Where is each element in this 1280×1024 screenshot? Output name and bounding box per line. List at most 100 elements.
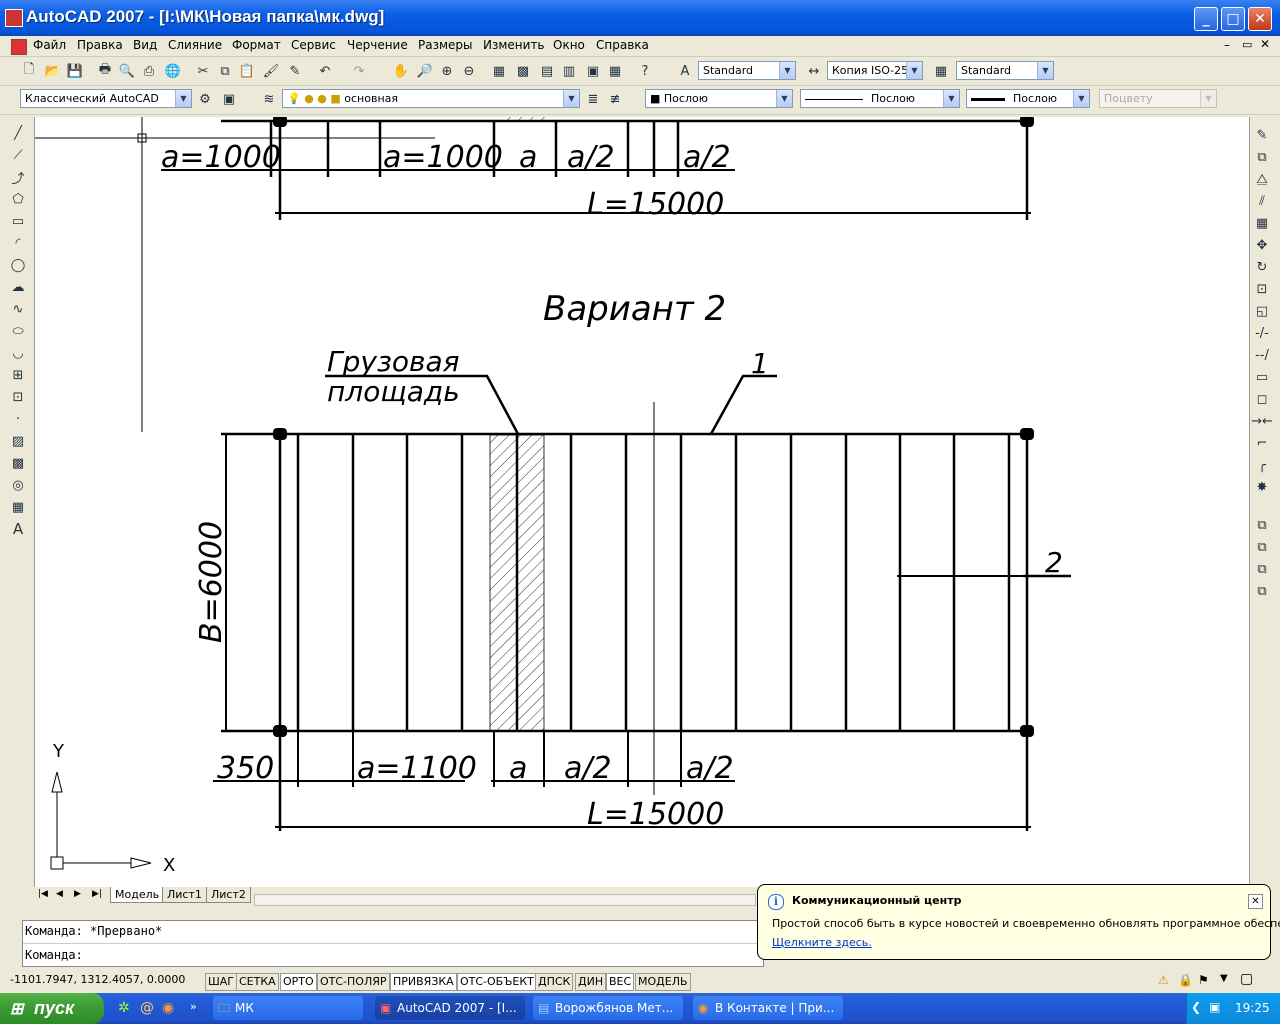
drawing-area[interactable]: a=1000 a=1000 a a/2 a/2 L=15000 Вариант … [34,117,1250,887]
scale-icon[interactable]: ⊡ [1253,280,1271,298]
menu-file[interactable]: Файл [33,38,66,52]
stretch-icon[interactable]: ◱ [1253,302,1271,320]
first-tab-icon[interactable]: |◀ [38,889,48,899]
arc-icon[interactable]: ◜ [9,234,27,252]
plot-preview-icon[interactable]: 🔍 [118,62,136,80]
new-icon[interactable]: 🗋 [20,62,38,80]
menu-format[interactable]: Формат [232,38,281,52]
prev-tab-icon[interactable]: ◀ [56,889,63,899]
rotate-icon[interactable]: ↻ [1253,258,1271,276]
draworder-front-icon[interactable]: ⧉ [1253,516,1271,534]
trim-icon[interactable]: -/- [1253,324,1271,342]
menu-window[interactable]: Окно [553,38,585,52]
rectangle-icon[interactable]: ▭ [9,212,27,230]
move-icon[interactable]: ✥ [1253,236,1271,254]
ellipse-arc-icon[interactable]: ◡ [9,344,27,362]
markup-icon[interactable]: ▣ [584,62,602,80]
doc-restore-button[interactable]: ▭ [1242,38,1252,51]
cut-icon[interactable]: ✂ [194,62,212,80]
maximize-button[interactable]: □ [1221,7,1245,31]
lwt-toggle[interactable]: ВЕС [606,973,635,991]
circle-icon[interactable]: ◯ [9,256,27,274]
extend-icon[interactable]: --/ [1253,346,1271,364]
chamfer-icon[interactable]: ⌐ [1253,434,1271,452]
minimize-button[interactable]: _ [1194,7,1218,31]
quicklaunch-browser-icon[interactable]: ◉ [162,1000,174,1016]
osnap-toggle[interactable]: ПРИВЯЗКА [390,973,457,991]
command-window[interactable]: Команда: *Прервано* Команда: [22,920,764,967]
polyline-icon[interactable]: ⤴ [9,168,27,187]
tray-app-icon[interactable]: ▣ [1209,1000,1220,1014]
pan-icon[interactable]: ✋ [392,62,410,80]
menu-edit[interactable]: Правка [77,38,123,52]
explode-icon[interactable]: ✸ [1253,478,1271,496]
multiline-text-icon[interactable]: A [9,520,27,538]
balloon-link[interactable]: Щелкните здесь. [772,936,872,949]
zoom-previous-icon[interactable]: ⊖ [460,62,478,80]
workspace-select[interactable]: Классический AutoCAD ▼ [20,89,192,108]
otrack-toggle[interactable]: ОТС-ОБЪЕКТ [457,973,537,991]
workspace-save-icon[interactable]: ▣ [220,90,238,108]
task-autocad[interactable]: ▣ AutoCAD 2007 - [I... [375,996,525,1020]
paste-icon[interactable]: 📋 [238,62,256,80]
make-layer-current-icon[interactable]: ≣ [584,90,602,108]
zoom-window-icon[interactable]: ⊕ [438,62,456,80]
close-button[interactable]: ✕ [1248,7,1272,31]
sheet-set-icon[interactable]: ▥ [560,62,578,80]
quicklaunch-icon-1[interactable]: ✲ [118,1000,130,1016]
start-button[interactable]: ⊞ пуск [0,993,104,1024]
coordinates-readout[interactable]: -1101.7947, 1312.4057, 0.0000 [10,973,185,986]
etransmit-icon[interactable]: 🌐 [164,62,182,80]
undo-icon[interactable]: ↶ [316,62,334,80]
command-prompt[interactable]: Команда: [25,948,83,962]
offset-icon[interactable]: ⫽ [1253,192,1271,210]
gradient-icon[interactable]: ▩ [9,454,27,472]
menu-dimension[interactable]: Размеры [418,38,473,52]
doc-close-button[interactable]: ✕ [1260,37,1270,51]
make-block-icon[interactable]: ⊡ [9,388,27,406]
open-icon[interactable]: 📂 [44,62,62,80]
model-toggle[interactable]: МОДЕЛЬ [635,973,691,991]
mirror-icon[interactable]: ⧋ [1253,170,1271,188]
ortho-toggle[interactable]: ОРТО [280,973,317,991]
status-menu-icon[interactable]: ▼ [1220,973,1228,984]
break-at-point-icon[interactable]: ▭ [1253,368,1271,386]
menu-help[interactable]: Справка [596,38,649,52]
properties-icon[interactable]: ▦ [490,62,508,80]
layer-previous-icon[interactable]: ≢ [606,90,624,108]
last-tab-icon[interactable]: ▶| [92,889,102,899]
horizontal-scrollbar[interactable] [254,894,756,906]
table-icon[interactable]: ▦ [9,498,27,516]
workspace-settings-icon[interactable]: ⚙ [196,90,214,108]
menu-draw[interactable]: Черчение [347,38,408,52]
quicklaunch-expand-icon[interactable]: » [190,1000,197,1013]
plot-icon[interactable]: 🖶 [96,62,114,80]
copy-object-icon[interactable]: ⧉ [1253,148,1271,166]
task-vkontakte[interactable]: ◉ В Контакте | При... [693,996,843,1020]
task-word-doc[interactable]: ▤ Ворожбянов Мет... [533,996,683,1020]
layer-manager-icon[interactable]: ≋ [260,90,278,108]
polygon-icon[interactable]: ⬠ [9,190,27,208]
autocad-app-icon[interactable] [5,9,23,27]
erase-icon[interactable]: ✎ [1253,126,1271,144]
grid-toggle[interactable]: СЕТКА [236,973,279,991]
calculator-icon[interactable]: ▦ [606,62,624,80]
construction-line-icon[interactable]: ⟋ [9,146,27,164]
ducs-toggle[interactable]: ДПСК [535,973,574,991]
clock[interactable]: 19:25 [1235,1001,1270,1015]
fillet-icon[interactable]: ╭ [1253,456,1271,474]
quicklaunch-mail-icon[interactable]: @ [140,1000,154,1016]
save-icon[interactable]: 💾 [66,62,84,80]
ellipse-icon[interactable]: ⬭ [9,322,27,340]
lock-icon[interactable]: 🔒 [1178,973,1193,987]
draworder-above-icon[interactable]: ⧉ [1253,560,1271,578]
match-properties-icon[interactable]: 🖌 [262,62,280,80]
tab-sheet2[interactable]: Лист2 [206,887,251,903]
table-style-icon[interactable]: ▦ [932,62,950,80]
break-icon[interactable]: ◻ [1253,390,1271,408]
design-center-icon[interactable]: ▩ [514,62,532,80]
balloon-close-icon[interactable]: ✕ [1248,894,1263,909]
document-icon[interactable] [11,39,27,55]
redo-icon[interactable]: ↷ [350,62,368,80]
next-tab-icon[interactable]: ▶ [74,889,81,899]
